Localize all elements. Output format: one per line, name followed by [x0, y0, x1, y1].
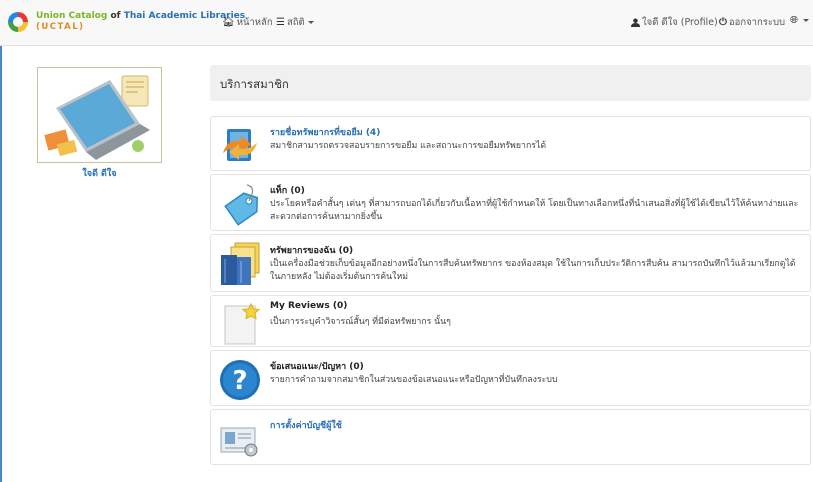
nav-stats-label: สถิติ — [286, 17, 305, 28]
brand-title: Union Catalog of Thai Academic Libraries — [36, 11, 246, 21]
card-title-link[interactable]: แท็ก (0) — [270, 183, 305, 197]
nav-home-link[interactable]: 🏠︎ หน้าหลัก — [222, 15, 273, 30]
brand-logo-link[interactable]: Union Catalog of Thai Academic Libraries… — [6, 10, 245, 34]
tag-icon — [217, 181, 263, 227]
review-icon — [217, 302, 263, 348]
question-icon: ? — [217, 357, 263, 403]
home-icon: 🏠︎ — [222, 17, 235, 28]
card-description: ประโยคหรือคำสั้นๆ เด่นๆ ที่สามารถบอกได้เ… — [270, 199, 799, 222]
user-name[interactable]: ใจดี ดีใจ — [37, 166, 162, 180]
nav-stats-dropdown[interactable]: ☰ สถิติ — [276, 15, 314, 30]
card-my-reviews: My Reviews (0) เป็นการระบุคำวิจารณ์สั้นๆ… — [210, 295, 811, 347]
nav-profile-link[interactable]: ใจดี ดีใจ (Profile) — [631, 15, 718, 30]
nav-logout-link[interactable]: ⏻ ออกจากระบบ — [719, 15, 785, 30]
nav-logout-label: ออกจากระบบ — [728, 17, 786, 28]
navbar: Union Catalog of Thai Academic Libraries… — [0, 0, 813, 46]
card-feedback: ? ข้อเสนอแนะ/ปัญหา (0) รายการคำถามจากสมา… — [210, 350, 811, 406]
card-title-link[interactable]: การตั้งค่าบัญชีผู้ใช้ — [270, 418, 342, 432]
card-title-link[interactable]: รายชื่อทรัพยากรที่ขอยืม (4) — [270, 125, 380, 139]
page-title: บริการสมาชิก — [210, 65, 811, 101]
card-title-link[interactable]: ข้อเสนอแนะ/ปัญหา (0) — [270, 359, 364, 373]
nav-language-dropdown[interactable]: 🌐︎ — [790, 15, 809, 26]
globe-icon: 🌐︎ — [790, 15, 798, 26]
card-description: เป็นการระบุคำวิจารณ์สั้นๆ ที่มีต่อทรัพยา… — [270, 317, 451, 327]
chevron-down-icon — [307, 21, 314, 24]
my-resources-icon — [217, 241, 263, 287]
borrow-icon — [217, 123, 263, 169]
nav-home-label: หน้าหลัก — [236, 17, 273, 28]
card-title-link[interactable]: My Reviews (0) — [270, 301, 347, 311]
card-my-resources: ทรัพยากรของฉัน (0) เป็นเครื่องมือช่วยเก็… — [210, 234, 811, 292]
card-description: สมาชิกสามารถตรวจสอบรายการขอยืม และสถานะก… — [270, 141, 547, 151]
nav-profile-label: ใจดี ดีใจ (Profile) — [642, 17, 718, 28]
card-description: รายการคำถามจากสมาชิกในส่วนของข้อเสนอแนะห… — [270, 375, 558, 385]
user-icon — [631, 18, 640, 27]
chevron-down-icon — [803, 19, 809, 22]
power-icon: ⏻ — [719, 17, 727, 28]
avatar — [37, 67, 162, 163]
svg-text:?: ? — [232, 366, 247, 396]
card-title-link[interactable]: ทรัพยากรของฉัน (0) — [270, 243, 353, 257]
card-account-settings: การตั้งค่าบัญชีผู้ใช้ — [210, 409, 811, 465]
card-description: เป็นเครื่องมือช่วยเก็บข้อมูลอีกอย่างหนึ่… — [270, 259, 796, 282]
card-tags: แท็ก (0) ประโยคหรือคำสั้นๆ เด่นๆ ที่สามา… — [210, 174, 811, 231]
page-left-edge — [0, 46, 2, 482]
list-icon: ☰ — [276, 17, 285, 28]
uctal-logo-icon — [8, 12, 28, 32]
account-settings-icon — [217, 422, 263, 468]
card-borrowed-resources: รายชื่อทรัพยากรที่ขอยืม (4) สมาชิกสามารถ… — [210, 116, 811, 171]
brand-subtitle: (UCTAL) — [36, 22, 85, 32]
